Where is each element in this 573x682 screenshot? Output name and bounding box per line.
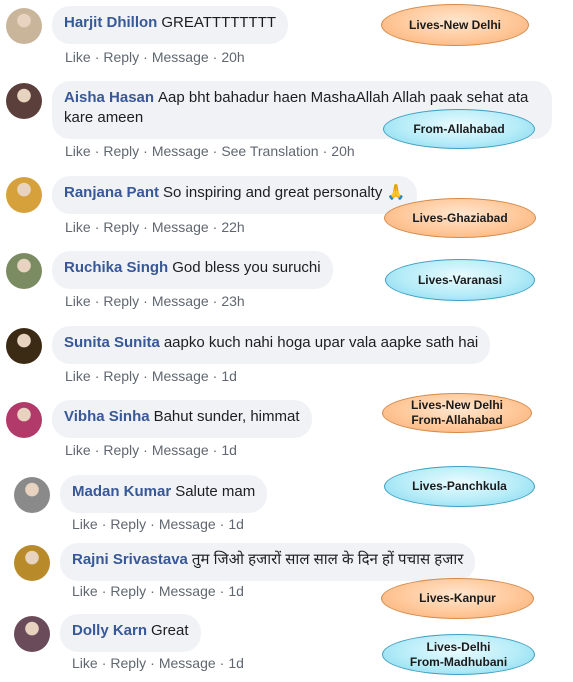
avatar[interactable]	[6, 83, 42, 119]
tag-line: Lives-Panchkula	[412, 479, 507, 493]
comment-text: So inspiring and great personalty 🙏	[163, 184, 406, 201]
location-tag: Lives-New Delhi From-Allahabad	[382, 393, 532, 433]
reply-link[interactable]: Reply	[103, 293, 139, 309]
reply-link[interactable]: Reply	[103, 219, 139, 235]
comment-text: तुम जिओ हजारों साल साल के दिन हों पचास ह…	[191, 551, 464, 568]
location-tag: Lives-New Delhi	[381, 4, 529, 46]
comment-author[interactable]: Rajni Srivastava	[72, 551, 188, 568]
comment-bubble: Sunita Sunita aapko kuch nahi hoga upar v…	[52, 326, 491, 364]
reply-link[interactable]: Reply	[110, 516, 146, 532]
comment-actions: Like · Reply · Message · 1d	[65, 368, 237, 384]
comment-bubble: Ruchika Singh God bless you suruchi	[52, 251, 333, 289]
like-link[interactable]: Like	[72, 583, 98, 599]
comment-time[interactable]: 1d	[221, 442, 237, 458]
message-link[interactable]: Message	[152, 219, 209, 235]
message-link[interactable]: Message	[152, 442, 209, 458]
comment-time[interactable]: 1d	[221, 368, 237, 384]
avatar[interactable]	[6, 8, 42, 44]
reply-link[interactable]: Reply	[103, 143, 139, 159]
comment-time[interactable]: 20h	[221, 49, 244, 65]
comment-time[interactable]: 22h	[221, 219, 244, 235]
location-tag: Lives-Kanpur	[381, 578, 534, 619]
see-translation-link[interactable]: See Translation	[221, 143, 318, 159]
like-link[interactable]: Like	[65, 143, 91, 159]
comment-author[interactable]: Dolly Karn	[72, 622, 147, 639]
comment-author[interactable]: Vibha Sinha	[64, 408, 150, 425]
tag-line: Lives-Delhi	[426, 639, 491, 654]
avatar[interactable]	[14, 616, 50, 652]
location-tag: Lives-Delhi From-Madhubani	[382, 634, 535, 675]
comment-author[interactable]: Aisha Hasan	[64, 89, 154, 106]
comment-text: aapko kuch nahi hoga upar vala aapke sat…	[163, 334, 479, 351]
comment-actions: Like · Reply · Message · 20h	[65, 49, 245, 65]
comment-bubble: Ranjana Pant So inspiring and great perso…	[52, 176, 418, 214]
avatar[interactable]	[14, 477, 50, 513]
comment-actions: Like · Reply · Message · 1d	[72, 583, 244, 599]
reply-link[interactable]: Reply	[103, 442, 139, 458]
comment-bubble: Dolly Karn Great	[60, 614, 201, 652]
comment-bubble: Rajni Srivastava तुम जिओ हजारों साल साल क…	[60, 543, 476, 581]
message-link[interactable]: Message	[152, 49, 209, 65]
like-link[interactable]: Like	[72, 655, 98, 671]
comment-actions: Like · Reply · Message · See Translation · 20h	[65, 143, 355, 159]
comment-author[interactable]: Ranjana Pant	[64, 184, 159, 201]
tag-line: Lives-New Delhi	[408, 17, 502, 32]
comment-time[interactable]: 23h	[221, 293, 244, 309]
tag-line: Lives-New Delhi	[410, 398, 504, 412]
tag-line: Lives-Varanasi	[417, 272, 503, 287]
message-link[interactable]: Message	[152, 368, 209, 384]
comment-author[interactable]: Ruchika Singh	[64, 259, 168, 276]
like-link[interactable]: Like	[65, 49, 91, 65]
comment-actions: Like · Reply · Message · 23h	[65, 293, 245, 309]
tag-line: From-Madhubani	[409, 654, 508, 669]
comment-text: Salute mam	[175, 483, 256, 500]
comment-text: God bless you suruchi	[172, 259, 321, 276]
reply-link[interactable]: Reply	[110, 655, 146, 671]
avatar[interactable]	[6, 177, 42, 213]
location-tag: From-Allahabad	[383, 109, 535, 149]
like-link[interactable]: Like	[65, 219, 91, 235]
like-link[interactable]: Like	[65, 442, 91, 458]
like-link[interactable]: Like	[65, 368, 91, 384]
avatar[interactable]	[14, 545, 50, 581]
comment-actions: Like · Reply · Message · 1d	[65, 442, 237, 458]
reply-link[interactable]: Reply	[110, 583, 146, 599]
comment-bubble: Madan Kumar Salute mam	[60, 475, 268, 513]
comment-text: Bahut sunder, himmat	[153, 408, 300, 425]
reply-link[interactable]: Reply	[103, 49, 139, 65]
comment-time[interactable]: 20h	[331, 143, 354, 159]
location-tag: Lives-Varanasi	[385, 259, 535, 301]
message-link[interactable]: Message	[152, 143, 209, 159]
message-link[interactable]: Message	[159, 516, 216, 532]
like-link[interactable]: Like	[72, 516, 98, 532]
like-link[interactable]: Like	[65, 293, 91, 309]
comment-bubble: Vibha Sinha Bahut sunder, himmat	[52, 400, 312, 438]
comment-actions: Like · Reply · Message · 22h	[65, 219, 245, 235]
message-link[interactable]: Message	[159, 583, 216, 599]
comment-actions: Like · Reply · Message · 1d	[72, 516, 244, 532]
tag-line: From-Allahabad	[411, 413, 503, 427]
comment-time[interactable]: 1d	[228, 516, 244, 532]
location-tag: Lives-Ghaziabad	[384, 198, 536, 238]
comment-text: GREATTTTTTTT	[161, 14, 277, 31]
comment-author[interactable]: Harjit Dhillon	[64, 14, 157, 31]
avatar[interactable]	[6, 253, 42, 289]
tag-line: From-Allahabad	[413, 121, 505, 136]
comment-bubble: Harjit Dhillon GREATTTTTTTT	[52, 6, 289, 44]
tag-line: Lives-Ghaziabad	[412, 210, 508, 225]
comment-author[interactable]: Madan Kumar	[72, 483, 171, 500]
comment-text: Great	[151, 622, 189, 639]
tag-line: Lives-Kanpur	[419, 591, 496, 605]
message-link[interactable]: Message	[152, 293, 209, 309]
avatar[interactable]	[6, 328, 42, 364]
message-link[interactable]: Message	[159, 655, 216, 671]
comment-time[interactable]: 1d	[228, 655, 244, 671]
comment-author[interactable]: Sunita Sunita	[64, 334, 160, 351]
comment-time[interactable]: 1d	[228, 583, 244, 599]
reply-link[interactable]: Reply	[103, 368, 139, 384]
avatar[interactable]	[6, 402, 42, 438]
location-tag: Lives-Panchkula	[384, 466, 535, 507]
comment-actions: Like · Reply · Message · 1d	[72, 655, 244, 671]
